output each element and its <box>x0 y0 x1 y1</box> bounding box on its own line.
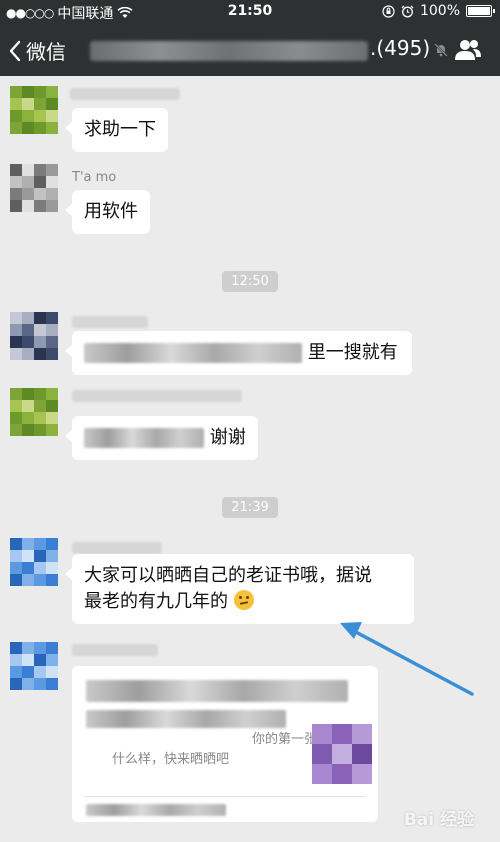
group-name-redacted <box>90 41 368 61</box>
message-list[interactable]: 求助一下 T'a mo 用软件 12:50 里一搜就有 谢谢 21:39 大家可… <box>0 76 500 842</box>
alarm-icon <box>401 5 414 17</box>
lock-rotation-icon <box>382 4 395 18</box>
annotation-arrow <box>340 622 474 696</box>
status-bar: ●●○○○ 中国联通 21:50 100% <box>0 0 500 24</box>
mute-icon <box>434 43 448 57</box>
back-label: 微信 <box>26 40 66 64</box>
chat-header: 微信 .(495) <box>0 24 500 76</box>
status-right: 100% <box>382 3 495 19</box>
battery-percent: 100% <box>419 3 460 19</box>
group-members-icon[interactable] <box>454 39 482 61</box>
back-button[interactable]: 微信 <box>8 36 66 65</box>
member-count: .(495) <box>370 36 431 60</box>
watermark: Bai 经验 <box>403 810 474 830</box>
battery-icon <box>466 5 495 17</box>
chevron-left-icon <box>9 40 21 61</box>
